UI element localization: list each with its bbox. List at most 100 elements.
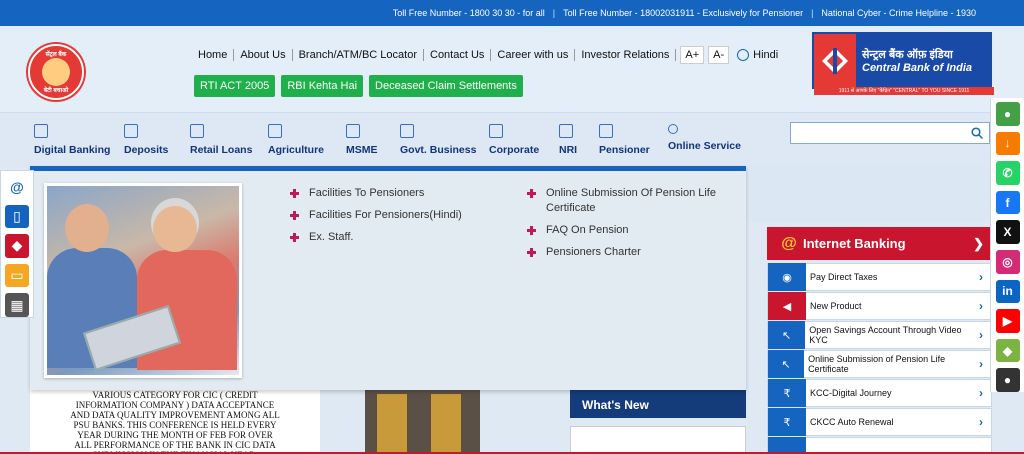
bank-logo[interactable]: सेन्ट्रल बैंक ऑफ़ इंडिया Central Bank of… xyxy=(812,32,994,95)
dropdown-item[interactable]: Ex. Staff. xyxy=(290,230,510,245)
calculator-icon[interactable]: ▦ xyxy=(5,293,29,317)
elderly-icon xyxy=(599,124,613,138)
font-decrease-button[interactable]: A- xyxy=(708,46,730,64)
dropdown-item-label: Facilities For Pensioners(Hindi) xyxy=(309,209,462,221)
dropdown-item-label: Online Submission Of Pension Life Certif… xyxy=(546,187,716,214)
menu-nri[interactable]: NRI xyxy=(559,124,577,156)
phone-icon xyxy=(34,124,48,138)
top-nav: Home About Us Branch/ATM/BC Locator Cont… xyxy=(192,46,778,64)
nav-home[interactable]: Home xyxy=(192,49,235,61)
service-pension-life-certificate[interactable]: ↖ Online Submission of Pension Life Certi… xyxy=(767,350,992,378)
toll-free-pensioner: Toll Free Number - 18002031911 - Exclusi… xyxy=(563,8,804,18)
car-icon xyxy=(190,124,204,138)
factory-icon xyxy=(346,124,360,138)
nav-investor-relations[interactable]: Investor Relations xyxy=(575,49,677,61)
dropdown-item-label: Pensioners Charter xyxy=(546,246,641,258)
dropdown-col-1: Facilities To Pensioners Facilities For … xyxy=(290,186,510,252)
nav-branch-locator[interactable]: Branch/ATM/BC Locator xyxy=(293,49,424,61)
service-kcc-digital[interactable]: ₹ KCC-Digital Journey › xyxy=(767,379,992,407)
language-label: Hindi xyxy=(753,49,779,61)
chevron-right-icon: › xyxy=(979,270,983,284)
nav-contact-us[interactable]: Contact Us xyxy=(424,49,492,61)
android-icon[interactable]: ◆ xyxy=(995,338,1020,363)
x-twitter-icon[interactable]: X xyxy=(995,220,1020,244)
bank-name-hindi: सेन्ट्रल बैंक ऑफ़ इंडिया xyxy=(862,49,953,61)
tax-icon: ◉ xyxy=(768,263,806,291)
hand-coin-icon xyxy=(124,124,138,138)
cyber-helpline: National Cyber - Crime Helpline - 1930 xyxy=(821,8,976,18)
chevron-right-icon: › xyxy=(979,299,983,313)
diamond-bullet-icon xyxy=(527,189,536,198)
menu-digital-banking[interactable]: Digital Banking xyxy=(34,124,110,156)
banner-strip xyxy=(746,166,990,222)
user-icon[interactable]: ● xyxy=(995,102,1020,126)
cursor-icon: ↖ xyxy=(768,321,806,349)
menu-label: Pensioner xyxy=(599,144,650,156)
beti-bachao-logo[interactable]: सेंट्रल बैंक बेटी बचाओ xyxy=(28,44,84,100)
card-icon[interactable]: ▭ xyxy=(5,263,29,288)
deceased-claim-button[interactable]: Deceased Claim Settlements xyxy=(369,75,523,97)
pensioners-photo xyxy=(44,183,242,378)
nav-career[interactable]: Career with us xyxy=(491,49,576,61)
nav-about-us[interactable]: About Us xyxy=(234,49,293,61)
service-new-product[interactable]: ◀ New Product › xyxy=(767,292,992,320)
menu-corporate[interactable]: Corporate xyxy=(489,124,539,156)
dropdown-item[interactable]: Online Submission Of Pension Life Certif… xyxy=(527,186,727,216)
internet-banking-button[interactable]: @ Internet Banking ❯ xyxy=(767,227,992,260)
instagram-icon[interactable]: ◎ xyxy=(995,249,1020,274)
menu-label: Online Service xyxy=(668,140,741,152)
facebook-icon[interactable]: f xyxy=(995,190,1020,215)
logo-face-icon xyxy=(42,58,70,86)
menu-pensioner[interactable]: Pensioner xyxy=(599,124,650,156)
whats-new-content xyxy=(570,426,746,454)
email-icon[interactable]: @ xyxy=(5,175,29,199)
whats-new-header[interactable]: What's New xyxy=(570,390,746,418)
menu-label: Corporate xyxy=(489,144,540,156)
service-video-kyc[interactable]: ↖ Open Savings Account Through Video KYC › xyxy=(767,321,992,349)
whatsapp-icon[interactable]: ✆ xyxy=(995,161,1020,185)
dropdown-item[interactable]: Facilities To Pensioners xyxy=(290,186,510,201)
search-input[interactable] xyxy=(791,123,961,144)
menu-label: Agriculture xyxy=(268,144,325,156)
menu-deposits[interactable]: Deposits xyxy=(124,124,168,156)
rti-act-button[interactable]: RTI ACT 2005 xyxy=(194,75,276,97)
service-ckcc-renewal[interactable]: ₹ CKCC Auto Renewal › xyxy=(767,408,992,436)
menu-online-service[interactable]: Online Service xyxy=(668,124,741,152)
trophy-left xyxy=(377,394,407,454)
at-icon: @ xyxy=(781,234,797,252)
service-pay-direct-taxes[interactable]: ◉ Pay Direct Taxes › xyxy=(767,263,992,291)
download-icon[interactable]: ↓ xyxy=(995,131,1020,156)
dropdown-item-label: Ex. Staff. xyxy=(309,231,354,243)
service-label: CKCC Auto Renewal xyxy=(810,417,894,427)
dropdown-item[interactable]: FAQ On Pension xyxy=(527,223,727,238)
menu-label: NRI xyxy=(559,144,578,156)
menu-govt-business[interactable]: Govt. Business xyxy=(400,124,476,156)
bank-name-english: Central Bank of India xyxy=(862,62,973,74)
diamond-bullet-icon xyxy=(290,189,299,198)
service-label: Pay Direct Taxes xyxy=(810,272,878,282)
language-toggle[interactable]: Hindi xyxy=(737,49,778,61)
linkedin-icon[interactable]: in xyxy=(995,279,1020,304)
dropdown-item[interactable]: Facilities For Pensioners(Hindi) xyxy=(290,208,510,223)
chevron-right-icon: › xyxy=(979,415,983,429)
rbi-kehta-hai-button[interactable]: RBI Kehta Hai xyxy=(281,75,364,97)
apple-icon[interactable]: ● xyxy=(995,368,1020,392)
dropdown-col-2: Online Submission Of Pension Life Certif… xyxy=(527,186,727,267)
bank-mark-icon xyxy=(814,34,856,87)
dropdown-item[interactable]: Pensioners Charter xyxy=(527,245,727,260)
font-increase-button[interactable]: A+ xyxy=(680,46,705,64)
menu-agriculture[interactable]: Agriculture xyxy=(268,124,324,156)
photo-face xyxy=(65,204,109,252)
youtube-icon[interactable]: ▶ xyxy=(995,309,1020,333)
tractor-icon xyxy=(268,124,282,138)
trophy-image xyxy=(365,390,480,454)
page-root: { "topbar": { "toll_free": "Toll Free Nu… xyxy=(0,0,1024,454)
diamond-bullet-icon xyxy=(290,233,299,242)
social-bar: ● ↓ ✆ f X ◎ in ▶ ◆ ● xyxy=(990,98,1024,392)
diamond-bullet-icon xyxy=(290,211,299,220)
menu-retail-loans[interactable]: Retail Loans xyxy=(190,124,252,156)
menu-msme[interactable]: MSME xyxy=(346,124,378,156)
bank-mark-icon[interactable]: ◆ xyxy=(5,234,29,258)
search-icon[interactable] xyxy=(971,127,983,139)
mobile-icon[interactable]: ▯ xyxy=(5,204,29,229)
